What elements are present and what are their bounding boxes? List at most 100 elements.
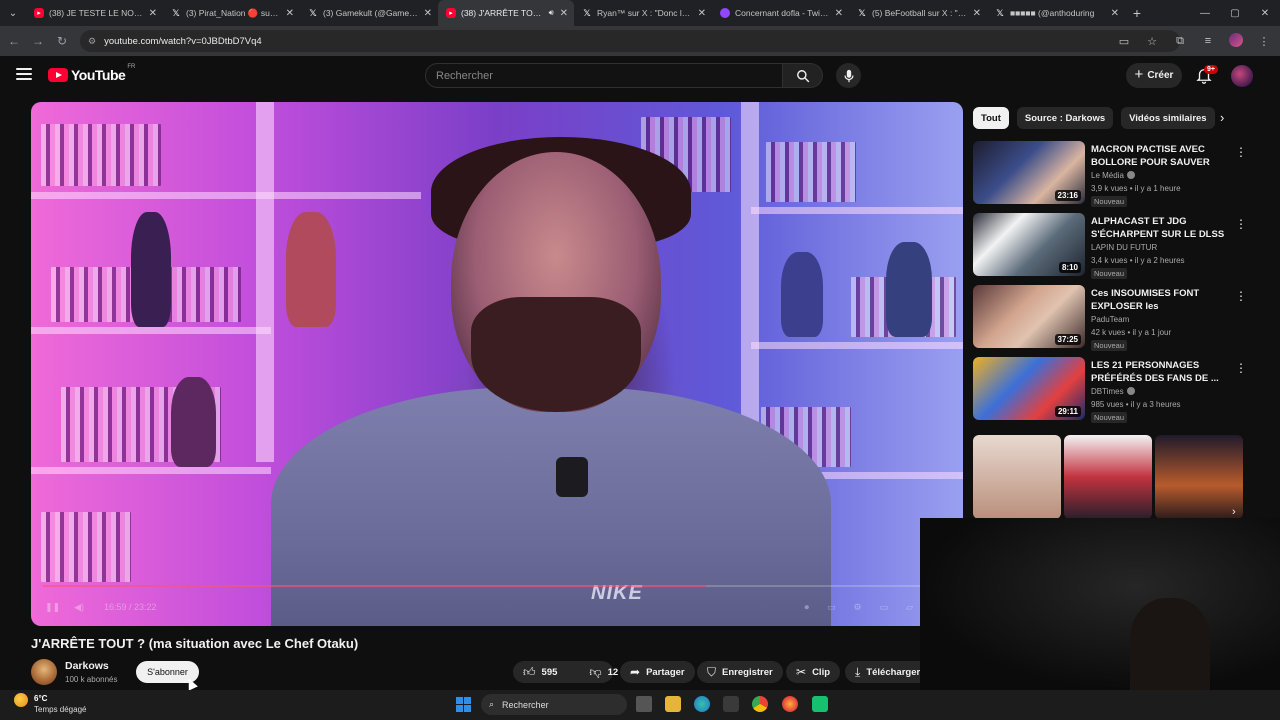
browser-menu-icon[interactable]: ⋮ (1256, 35, 1272, 48)
recommendation-channel[interactable]: LAPIN DU FUTUR (1091, 243, 1157, 252)
close-tab-icon[interactable]: ✕ (560, 8, 568, 19)
recommendation-item[interactable]: 8:10 ALPHACAST ET JDG S'ÉCHARPENT SUR LE … (973, 213, 1253, 279)
new-badge: Nouveau (1091, 412, 1128, 423)
file-explorer-icon[interactable] (665, 696, 681, 712)
short-thumbnail[interactable] (1155, 435, 1243, 519)
plus-icon: + (1134, 66, 1144, 83)
more-options-icon[interactable]: ⋮ (1235, 145, 1247, 159)
chip-related[interactable]: Vidéos similaires (1121, 107, 1215, 129)
minimize-icon[interactable]: — (1190, 8, 1220, 19)
media-controls-icon[interactable]: ≡ (1200, 35, 1216, 47)
browser-tab[interactable]: 𝕏 (3) Gamekult (@Gamekult) ✕ (300, 0, 438, 26)
pause-icon[interactable]: ❚❚ (45, 602, 60, 613)
channel-avatar[interactable] (31, 659, 57, 685)
shelf-post (256, 102, 274, 462)
recommendation-title[interactable]: ALPHACAST ET JDG S'ÉCHARPENT SUR LE DLSS… (1091, 215, 1229, 241)
video-thumbnail[interactable]: 8:10 (973, 213, 1085, 276)
browser-tab[interactable]: 𝕏 (3) Pirat_Nation 🔴 sur X ✕ (163, 0, 300, 26)
recommendation-item[interactable]: 23:16 MACRON PACTISE AVEC BOLLORE POUR SA… (973, 141, 1253, 207)
more-options-icon[interactable]: ⋮ (1235, 361, 1247, 375)
download-button[interactable]: ⤓ Télécharger (845, 661, 920, 683)
new-tab-button[interactable]: + (1125, 5, 1149, 21)
site-info-icon[interactable]: ⚙ (88, 36, 96, 47)
more-options-icon[interactable]: ⋮ (1235, 289, 1247, 303)
clip-button[interactable]: ✂ Clip (786, 661, 841, 683)
theater-mode-icon[interactable]: ▭ (880, 602, 889, 613)
save-button[interactable]: ⛉ Enregistrer (697, 661, 783, 683)
search-button[interactable] (783, 63, 823, 88)
extensions-icon[interactable]: ⧉ (1172, 35, 1188, 48)
menu-icon[interactable] (16, 68, 32, 80)
back-icon[interactable]: ← (2, 34, 26, 48)
browser-tab[interactable]: ▸ (38) J'ARRÊTE TOUT ? 🔊︎ ✕ (438, 0, 574, 26)
windows-start-icon[interactable] (456, 697, 471, 712)
autoplay-toggle-icon[interactable]: ⏺ (804, 602, 809, 613)
recommendation-channel[interactable]: PaduTeam (1091, 315, 1129, 324)
recommendation-item[interactable]: 29:11 LES 21 PERSONNAGES PRÉFÉRÉS DES FAN… (973, 357, 1253, 423)
browser-tab[interactable]: ▸ (38) JE TESTE LE NOUVEAU ✕ (26, 0, 163, 26)
browser-tab[interactable]: 𝕏 Ryan™ sur X : "Donc les g ✕ (574, 0, 712, 26)
share-button[interactable]: ➦ Partager (620, 661, 695, 683)
recommendation-title[interactable]: MACRON PACTISE AVEC BOLLORE POUR SAUVER … (1091, 143, 1229, 169)
close-tab-icon[interactable]: ✕ (698, 8, 706, 19)
create-button[interactable]: + Créer (1126, 63, 1182, 88)
video-thumbnail[interactable]: 23:16 (973, 141, 1085, 204)
more-options-icon[interactable]: ⋮ (1235, 217, 1247, 231)
cast-icon[interactable]: ▭ (1116, 35, 1132, 48)
browser-tab[interactable]: 𝕏 (5) BeFootball sur X : "Le ✕ (849, 0, 987, 26)
subtitles-icon[interactable]: ▭ (827, 602, 836, 613)
volume-icon[interactable]: ◀) (74, 602, 84, 613)
browser-tab[interactable]: Concernant dofla - Twitch ✕ (712, 0, 849, 26)
shorts-next-icon[interactable]: › (1232, 506, 1236, 518)
settings-icon[interactable]: ⚙ (853, 602, 861, 613)
recommendation-channel[interactable]: Le Média (1091, 171, 1135, 180)
firefox-icon[interactable] (782, 696, 798, 712)
reload-icon[interactable]: ↻ (50, 34, 74, 48)
close-tab-icon[interactable]: ✕ (149, 8, 157, 19)
recommendation-channel[interactable]: DBTimes (1091, 387, 1135, 396)
video-player[interactable]: NIKE ❚❚ ◀) 16:59 / 23:22 ⏺ ▭ ⚙ ▭ ▱ (31, 102, 963, 626)
close-tab-icon[interactable]: ✕ (1111, 8, 1119, 19)
close-tab-icon[interactable]: ✕ (286, 8, 294, 19)
search-input[interactable]: Rechercher (425, 63, 783, 88)
tab-audio-icon[interactable]: 🔊︎ (549, 8, 554, 18)
recommendation-title[interactable]: Ces INSOUMISES FONT EXPLOSER les ÉCOLOGI… (1091, 287, 1229, 313)
url-bar[interactable]: ⚙ youtube.com/watch?v=0JBDtbD7Vq4 (80, 30, 1180, 52)
edge-icon[interactable] (694, 696, 710, 712)
progress-bar[interactable] (43, 585, 951, 587)
task-view-icon[interactable] (636, 696, 652, 712)
profile-icon[interactable] (1228, 32, 1244, 50)
close-tab-icon[interactable]: ✕ (424, 8, 432, 19)
store-icon[interactable] (723, 696, 739, 712)
maximize-icon[interactable]: ▢ (1220, 8, 1250, 19)
close-tab-icon[interactable]: ✕ (835, 8, 843, 19)
tab-label: (3) Gamekult (@Gamekult) (323, 8, 418, 18)
chip-all[interactable]: Tout (973, 107, 1009, 129)
close-tab-icon[interactable]: ✕ (973, 8, 981, 19)
youtube-logo[interactable]: YouTube FR (48, 64, 135, 83)
channel-name[interactable]: Darkows (65, 660, 109, 672)
voice-search-button[interactable] (836, 63, 861, 88)
forward-icon[interactable]: → (26, 34, 50, 48)
recommendation-item[interactable]: 37:25 Ces INSOUMISES FONT EXPLOSER les ÉC… (973, 285, 1253, 351)
taskbar-search[interactable]: ⌕ Rechercher (481, 694, 627, 715)
like-count: 595 (541, 666, 558, 678)
weather-icon[interactable] (14, 693, 28, 707)
chevron-right-icon[interactable]: › (1220, 110, 1224, 125)
short-thumbnail[interactable] (973, 435, 1061, 519)
chrome-icon[interactable] (752, 696, 768, 712)
bookmark-star-icon[interactable]: ☆ (1144, 35, 1160, 48)
chip-source[interactable]: Source : Darkows (1016, 107, 1114, 129)
like-button[interactable]: 👍︎ 595 (513, 661, 567, 683)
video-thumbnail[interactable]: 29:11 (973, 357, 1085, 420)
app-icon[interactable] (812, 696, 828, 712)
close-window-icon[interactable]: ✕ (1250, 8, 1280, 19)
browser-tab[interactable]: 𝕏 ■■■■■ (@anthoduring ✕ (987, 0, 1125, 26)
video-thumbnail[interactable]: 37:25 (973, 285, 1085, 348)
cast-player-icon[interactable]: ▱ (906, 602, 913, 613)
recommendation-title[interactable]: LES 21 PERSONNAGES PRÉFÉRÉS DES FANS DE … (1091, 359, 1229, 385)
account-avatar[interactable] (1231, 65, 1253, 87)
tab-search-icon[interactable]: ⌄ (0, 0, 26, 26)
taskbar-search-label: Rechercher (502, 699, 549, 710)
short-thumbnail[interactable] (1064, 435, 1152, 519)
